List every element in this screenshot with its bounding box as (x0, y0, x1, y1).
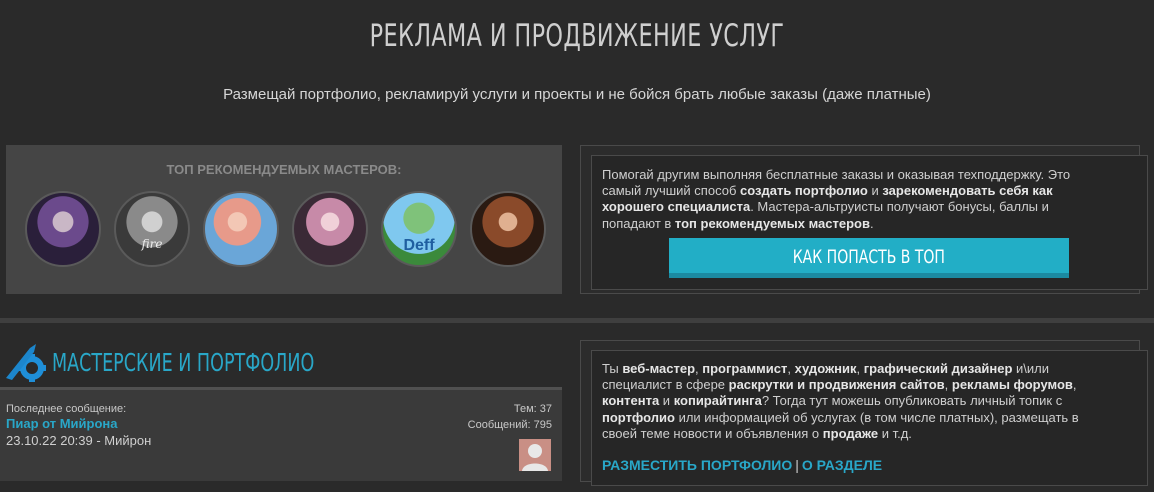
link-separator: | (795, 457, 799, 473)
last-topic-link[interactable]: Пиар от Мийрона (6, 416, 118, 431)
forum-stats-box: Последнее сообщение: Пиар от Мийрона 23.… (0, 387, 562, 481)
master-avatar[interactable] (470, 191, 546, 267)
master-avatar[interactable]: Deff (381, 191, 457, 267)
master-avatar[interactable] (292, 191, 368, 267)
section-divider (0, 318, 1154, 323)
about-section-link[interactable]: О РАЗДЕЛЕ (802, 457, 882, 473)
how-to-get-top-button[interactable]: КАК ПОПАСТЬ В ТОП (669, 238, 1069, 278)
master-avatar[interactable] (203, 191, 279, 267)
master-avatar[interactable]: fire (114, 191, 190, 267)
page-subtitle: Размещай портфолио, рекламируй услуги и … (223, 86, 931, 103)
tools-icon (4, 340, 48, 382)
master-avatar[interactable] (25, 191, 101, 267)
last-message-date: 23.10.22 20:39 - Мийрон (6, 433, 152, 448)
avatar-caption: fire (141, 237, 163, 251)
posts-count: Сообщений: 795 (467, 419, 552, 431)
last-message-label: Последнее сообщение: (6, 403, 127, 415)
top-masters-panel: ТОП РЕКОМЕНДУЕМЫХ МАСТЕРОВ: fire Deff (6, 145, 562, 294)
top-masters-title: ТОП РЕКОМЕНДУЕМЫХ МАСТЕРОВ: (166, 162, 402, 177)
forum-section-title[interactable]: МАСТЕРСКИЕ И ПОРТФОЛИО (52, 348, 314, 377)
help-text: Помогай другим выполняя бесплатные заказ… (602, 167, 1071, 231)
place-portfolio-link[interactable]: РАЗМЕСТИТЬ ПОРТФОЛИО (602, 457, 792, 473)
avatar-caption: Deff (403, 237, 435, 254)
about-text: Ты веб-мастер, программист, художник, гр… (602, 361, 1079, 441)
user-avatar-icon[interactable] (519, 439, 551, 471)
about-links: РАЗМЕСТИТЬ ПОРТФОЛИО | О РАЗДЕЛЕ (602, 457, 882, 473)
topics-count: Тем: 37 (513, 403, 552, 415)
page-title: РЕКЛАМА И ПРОДВИЖЕНИЕ УСЛУГ (369, 18, 785, 54)
